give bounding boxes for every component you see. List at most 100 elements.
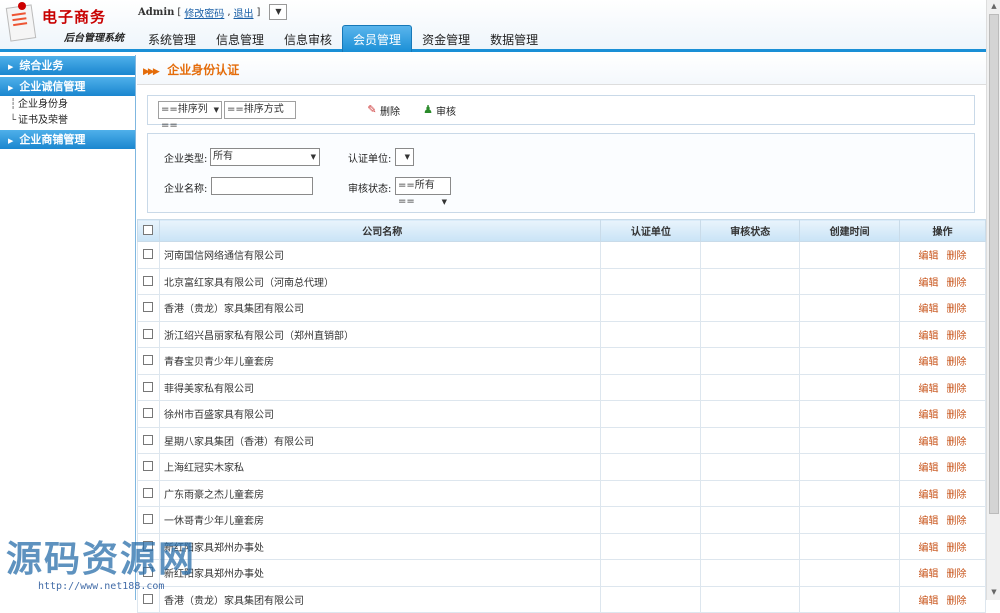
column-header-actions: 操作 (899, 219, 986, 242)
row-checkbox-cell (137, 426, 160, 454)
row-checkbox[interactable] (143, 355, 154, 366)
sort-column-select[interactable]: ==排序列== ▼ (158, 101, 222, 131)
sidebar-group-shop[interactable]: ▶ 企业商铺管理 (0, 130, 135, 150)
delete-link[interactable]: 删除 (947, 596, 967, 607)
row-checkbox-cell (137, 400, 160, 428)
header: 电子商务 后台管理系统 Admin [ 修改密码 , 退出 ] ▼ 系统管理 信… (0, 0, 986, 52)
edit-link[interactable]: 编辑 (919, 331, 939, 342)
enterprise-name-input[interactable] (211, 177, 313, 195)
edit-link[interactable]: 编辑 (919, 304, 939, 315)
edit-link[interactable]: 编辑 (919, 357, 939, 368)
edit-link[interactable]: 编辑 (919, 596, 939, 607)
edit-link[interactable]: 编辑 (919, 278, 939, 289)
sidebar-group-label: 综合业务 (19, 59, 64, 72)
edit-link[interactable]: 编辑 (919, 569, 939, 580)
tab-data[interactable]: 数据管理 (480, 25, 548, 52)
audit-status-label: 审核状态: (348, 184, 392, 195)
delete-link[interactable]: 删除 (947, 357, 967, 368)
delete-link[interactable]: 删除 (947, 437, 967, 448)
delete-button[interactable]: ✎ 删除 (366, 103, 400, 118)
delete-link[interactable]: 删除 (947, 384, 967, 395)
tab-system[interactable]: 系统管理 (138, 25, 206, 52)
edit-link[interactable]: 编辑 (919, 410, 939, 421)
cert-unit-select[interactable]: ▼ (395, 148, 414, 166)
tab-info[interactable]: 信息管理 (206, 25, 274, 52)
enterprise-name-label: 企业名称: (164, 184, 208, 195)
company-name-cell: 河南国信网络通信有限公司 (158, 241, 602, 269)
row-checkbox-cell (137, 241, 160, 269)
delete-link[interactable]: 删除 (947, 569, 967, 580)
row-checkbox[interactable] (143, 487, 154, 498)
actions-cell: 编辑 删除 (899, 294, 986, 322)
audit-status-value: ==所有== (398, 180, 435, 207)
sidebar-item-identity[interactable]: ┆ 企业身份身 (0, 97, 135, 113)
row-checkbox-cell (137, 294, 160, 322)
row-checkbox[interactable] (143, 408, 154, 419)
company-name-cell: 香港（贵龙）家具集团有限公司 (158, 294, 602, 322)
actions-cell: 编辑 删除 (899, 506, 986, 534)
sidebar-group-general[interactable]: ▶ 综合业务 (0, 56, 135, 76)
audit-button[interactable]: ♟ 审核 (422, 103, 456, 118)
delete-link[interactable]: 删除 (947, 490, 967, 501)
cert-unit-cell (600, 347, 702, 375)
edit-link[interactable]: 编辑 (919, 437, 939, 448)
delete-link[interactable]: 删除 (947, 516, 967, 527)
delete-link[interactable]: 删除 (947, 304, 967, 315)
sidebar-group-label: 企业商铺管理 (19, 133, 86, 146)
edit-link[interactable]: 编辑 (919, 384, 939, 395)
table-row: 香港（贵龙）家具集团有限公司 编辑 删除 (137, 585, 986, 613)
edit-link[interactable]: 编辑 (919, 251, 939, 262)
delete-link[interactable]: 删除 (947, 543, 967, 554)
row-checkbox[interactable] (143, 249, 154, 260)
row-checkbox[interactable] (143, 514, 154, 525)
tab-funds[interactable]: 资金管理 (412, 25, 480, 52)
edit-link[interactable]: 编辑 (919, 543, 939, 554)
delete-link[interactable]: 删除 (947, 331, 967, 342)
scroll-up-icon[interactable]: ▲ (989, 2, 999, 12)
delete-link[interactable]: 删除 (947, 463, 967, 474)
row-checkbox[interactable] (143, 593, 154, 604)
row-checkbox[interactable] (143, 381, 154, 392)
row-checkbox[interactable] (143, 328, 154, 339)
delete-link[interactable]: 删除 (947, 410, 967, 421)
scroll-down-icon[interactable]: ▼ (989, 588, 999, 598)
logout-link[interactable]: 退出 (234, 5, 254, 20)
change-password-link[interactable]: 修改密码 (184, 5, 224, 20)
tab-audit[interactable]: 信息审核 (274, 25, 342, 52)
audit-status-cell (700, 585, 801, 613)
dropdown-arrow-icon: ▼ (441, 198, 447, 206)
table-row: 香港（贵龙）家具集团有限公司 编辑 删除 (137, 294, 986, 322)
sidebar-item-certificates[interactable]: └ 证书及荣誉 (0, 113, 135, 129)
edit-link[interactable]: 编辑 (919, 516, 939, 527)
toolbar: ==排序列== ▼ ==排序方式 ✎ 删除 ♟ 审核 (147, 95, 975, 131)
actions-cell: 编辑 删除 (899, 267, 986, 295)
row-checkbox[interactable] (143, 434, 154, 445)
created-time-cell (799, 373, 901, 401)
company-name-cell: 一休哥青少年儿童套房 (158, 506, 602, 534)
company-name-cell: 青春宝贝青少年儿童套房 (158, 347, 602, 375)
enterprise-type-select[interactable]: 所有 ▼ (210, 148, 320, 166)
row-checkbox[interactable] (143, 275, 154, 286)
row-checkbox-cell (137, 479, 160, 507)
row-checkbox[interactable] (143, 461, 154, 472)
user-dropdown[interactable]: ▼ (269, 4, 288, 20)
vertical-scrollbar[interactable]: ▲ ▼ (986, 0, 1000, 600)
enterprise-type-label: 企业类型: (164, 154, 208, 165)
row-checkbox[interactable] (143, 302, 154, 313)
audit-status-cell (700, 479, 801, 507)
page-title: 企业身份认证 (167, 63, 240, 77)
scroll-thumb[interactable] (989, 14, 999, 514)
actions-cell: 编辑 删除 (899, 347, 986, 375)
audit-status-cell (700, 267, 801, 295)
watermark-text: 源码资源网 (6, 539, 197, 580)
delete-link[interactable]: 删除 (947, 278, 967, 289)
audit-status-select[interactable]: ==所有== ▼ (395, 177, 451, 207)
edit-link[interactable]: 编辑 (919, 463, 939, 474)
edit-link[interactable]: 编辑 (919, 490, 939, 501)
tab-members[interactable]: 会员管理 (342, 25, 413, 52)
sidebar-item-label: 证书及荣誉 (18, 115, 69, 126)
delete-link[interactable]: 删除 (947, 251, 967, 262)
sidebar-group-credit[interactable]: ▶ 企业诚信管理 (0, 77, 135, 97)
sort-order-select[interactable]: ==排序方式 (224, 101, 296, 119)
select-all-checkbox[interactable] (143, 225, 154, 235)
